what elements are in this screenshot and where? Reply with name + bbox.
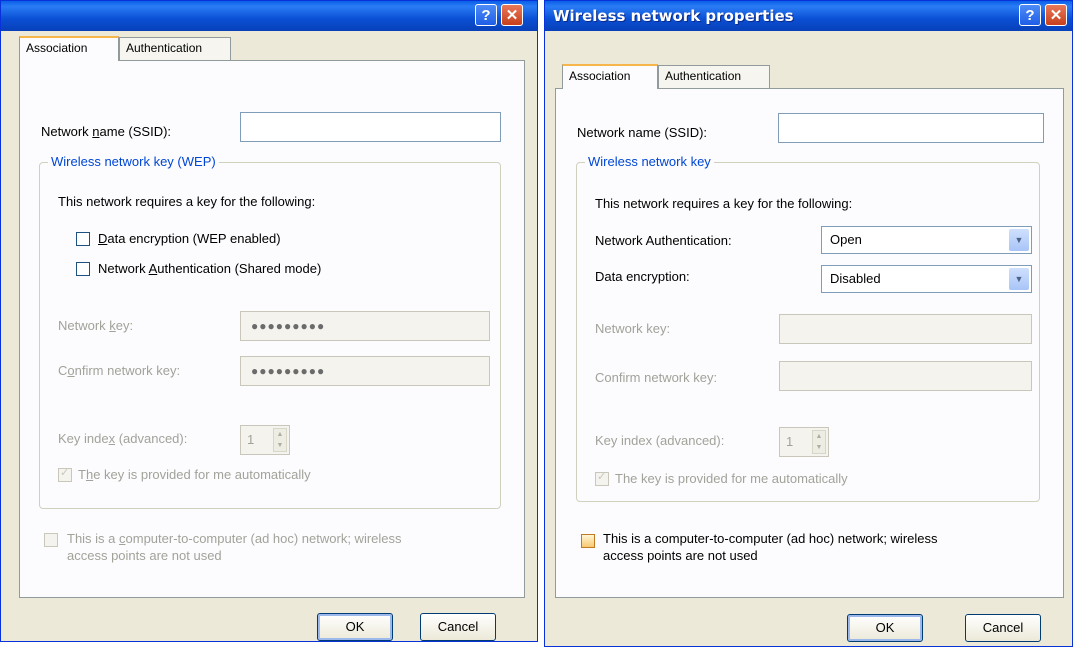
auto-key-label: The key is provided for me automatically	[615, 471, 848, 486]
help-button[interactable]: ?	[1019, 4, 1041, 26]
check-icon: ✓	[60, 467, 70, 479]
close-button[interactable]: ✕	[1045, 4, 1067, 26]
adhoc-label-line1: This is a computer-to-computer (ad hoc) …	[67, 531, 402, 546]
left-dialog-window: ? ✕ Association Authentication Network n…	[0, 0, 538, 642]
auto-key-checkbox[interactable]: ✓	[58, 467, 72, 482]
adhoc-checkbox[interactable]	[581, 534, 595, 548]
requires-text: This network requires a key for the foll…	[595, 196, 853, 211]
key-index-label: Key index (advanced):	[58, 431, 188, 446]
network-authentication-label: Network Authentication:	[595, 233, 732, 248]
network-authentication-value: Open	[830, 232, 862, 247]
network-key-input[interactable]	[779, 314, 1032, 344]
group-legend: Wireless network key (WEP)	[48, 154, 219, 169]
data-encryption-label: Data encryption (WEP enabled)	[98, 231, 281, 246]
key-index-spinner[interactable]: 1 ▲ ▼	[240, 425, 290, 455]
network-key-input[interactable]: ●●●●●●●●●	[240, 311, 490, 341]
key-index-label: Key index (advanced):	[595, 433, 725, 448]
ssid-label: Network name (SSID):	[577, 125, 708, 140]
confirm-key-label: Confirm network key:	[595, 370, 718, 385]
wep-key-group: Wireless network key (WEP) This network …	[39, 154, 501, 509]
network-key-label: Network key:	[58, 318, 134, 333]
dropdown-arrow-icon[interactable]: ▼	[1009, 268, 1029, 290]
association-panel: Network name (SSID): Wireless network ke…	[19, 60, 525, 598]
adhoc-label-line2: access points are not used	[67, 548, 222, 563]
adhoc-checkbox[interactable]	[44, 533, 58, 547]
spin-down-icon[interactable]: ▼	[274, 440, 286, 451]
confirm-key-label: Confirm network key:	[58, 363, 181, 378]
help-button[interactable]: ?	[475, 4, 497, 26]
window-title: Wireless network properties	[553, 7, 794, 25]
spin-up-icon[interactable]: ▲	[274, 429, 286, 440]
spin-down-icon[interactable]: ▼	[813, 442, 825, 453]
close-button[interactable]: ✕	[501, 4, 523, 26]
ssid-label: Network name (SSID):	[41, 124, 172, 139]
title-bar: ? ✕	[1, 1, 537, 31]
key-index-value: 1	[786, 434, 794, 449]
key-index-value: 1	[247, 432, 255, 447]
right-dialog-window: Wireless network properties ? ✕ Associat…	[544, 0, 1073, 647]
key-index-spinner[interactable]: 1 ▲ ▼	[779, 427, 829, 457]
network-authentication-select[interactable]: Open ▼	[821, 226, 1032, 254]
data-encryption-label: Data encryption:	[595, 269, 690, 284]
auto-key-label: The key is provided for me automatically	[78, 467, 311, 482]
confirm-key-input[interactable]	[779, 361, 1032, 391]
tab-association[interactable]: Association	[19, 36, 119, 61]
dropdown-arrow-icon[interactable]: ▼	[1009, 229, 1029, 251]
ok-button[interactable]: OK	[847, 614, 923, 642]
adhoc-label-line1: This is a computer-to-computer (ad hoc) …	[603, 531, 938, 546]
spinner-arrows[interactable]: ▲ ▼	[812, 430, 826, 454]
ssid-input[interactable]	[778, 113, 1044, 143]
title-bar: Wireless network properties ? ✕	[545, 1, 1072, 31]
spinner-arrows[interactable]: ▲ ▼	[273, 428, 287, 452]
network-authentication-checkbox[interactable]	[76, 262, 90, 276]
check-icon: ✓	[597, 471, 607, 483]
requires-text: This network requires a key for the foll…	[58, 194, 316, 209]
network-key-label: Network key:	[595, 321, 671, 336]
confirm-key-input[interactable]: ●●●●●●●●●	[240, 356, 490, 386]
spin-up-icon[interactable]: ▲	[813, 431, 825, 442]
tab-authentication[interactable]: Authentication	[658, 65, 770, 88]
data-encryption-select[interactable]: Disabled ▼	[821, 265, 1032, 293]
ok-button[interactable]: OK	[317, 613, 393, 641]
data-encryption-checkbox[interactable]	[76, 232, 90, 246]
cancel-button[interactable]: Cancel	[965, 614, 1041, 642]
wireless-key-group: Wireless network key This network requir…	[576, 154, 1040, 502]
auto-key-checkbox[interactable]: ✓	[595, 471, 609, 486]
ssid-input[interactable]	[240, 112, 501, 142]
tab-authentication[interactable]: Authentication	[119, 37, 231, 60]
tab-association[interactable]: Association	[562, 64, 658, 89]
adhoc-label-line2: access points are not used	[603, 548, 758, 563]
data-encryption-value: Disabled	[830, 271, 881, 286]
cancel-button[interactable]: Cancel	[420, 613, 496, 641]
network-authentication-label: Network Authentication (Shared mode)	[98, 261, 322, 276]
association-panel: Network name (SSID): Wireless network ke…	[555, 88, 1064, 598]
group-legend: Wireless network key	[585, 154, 714, 169]
